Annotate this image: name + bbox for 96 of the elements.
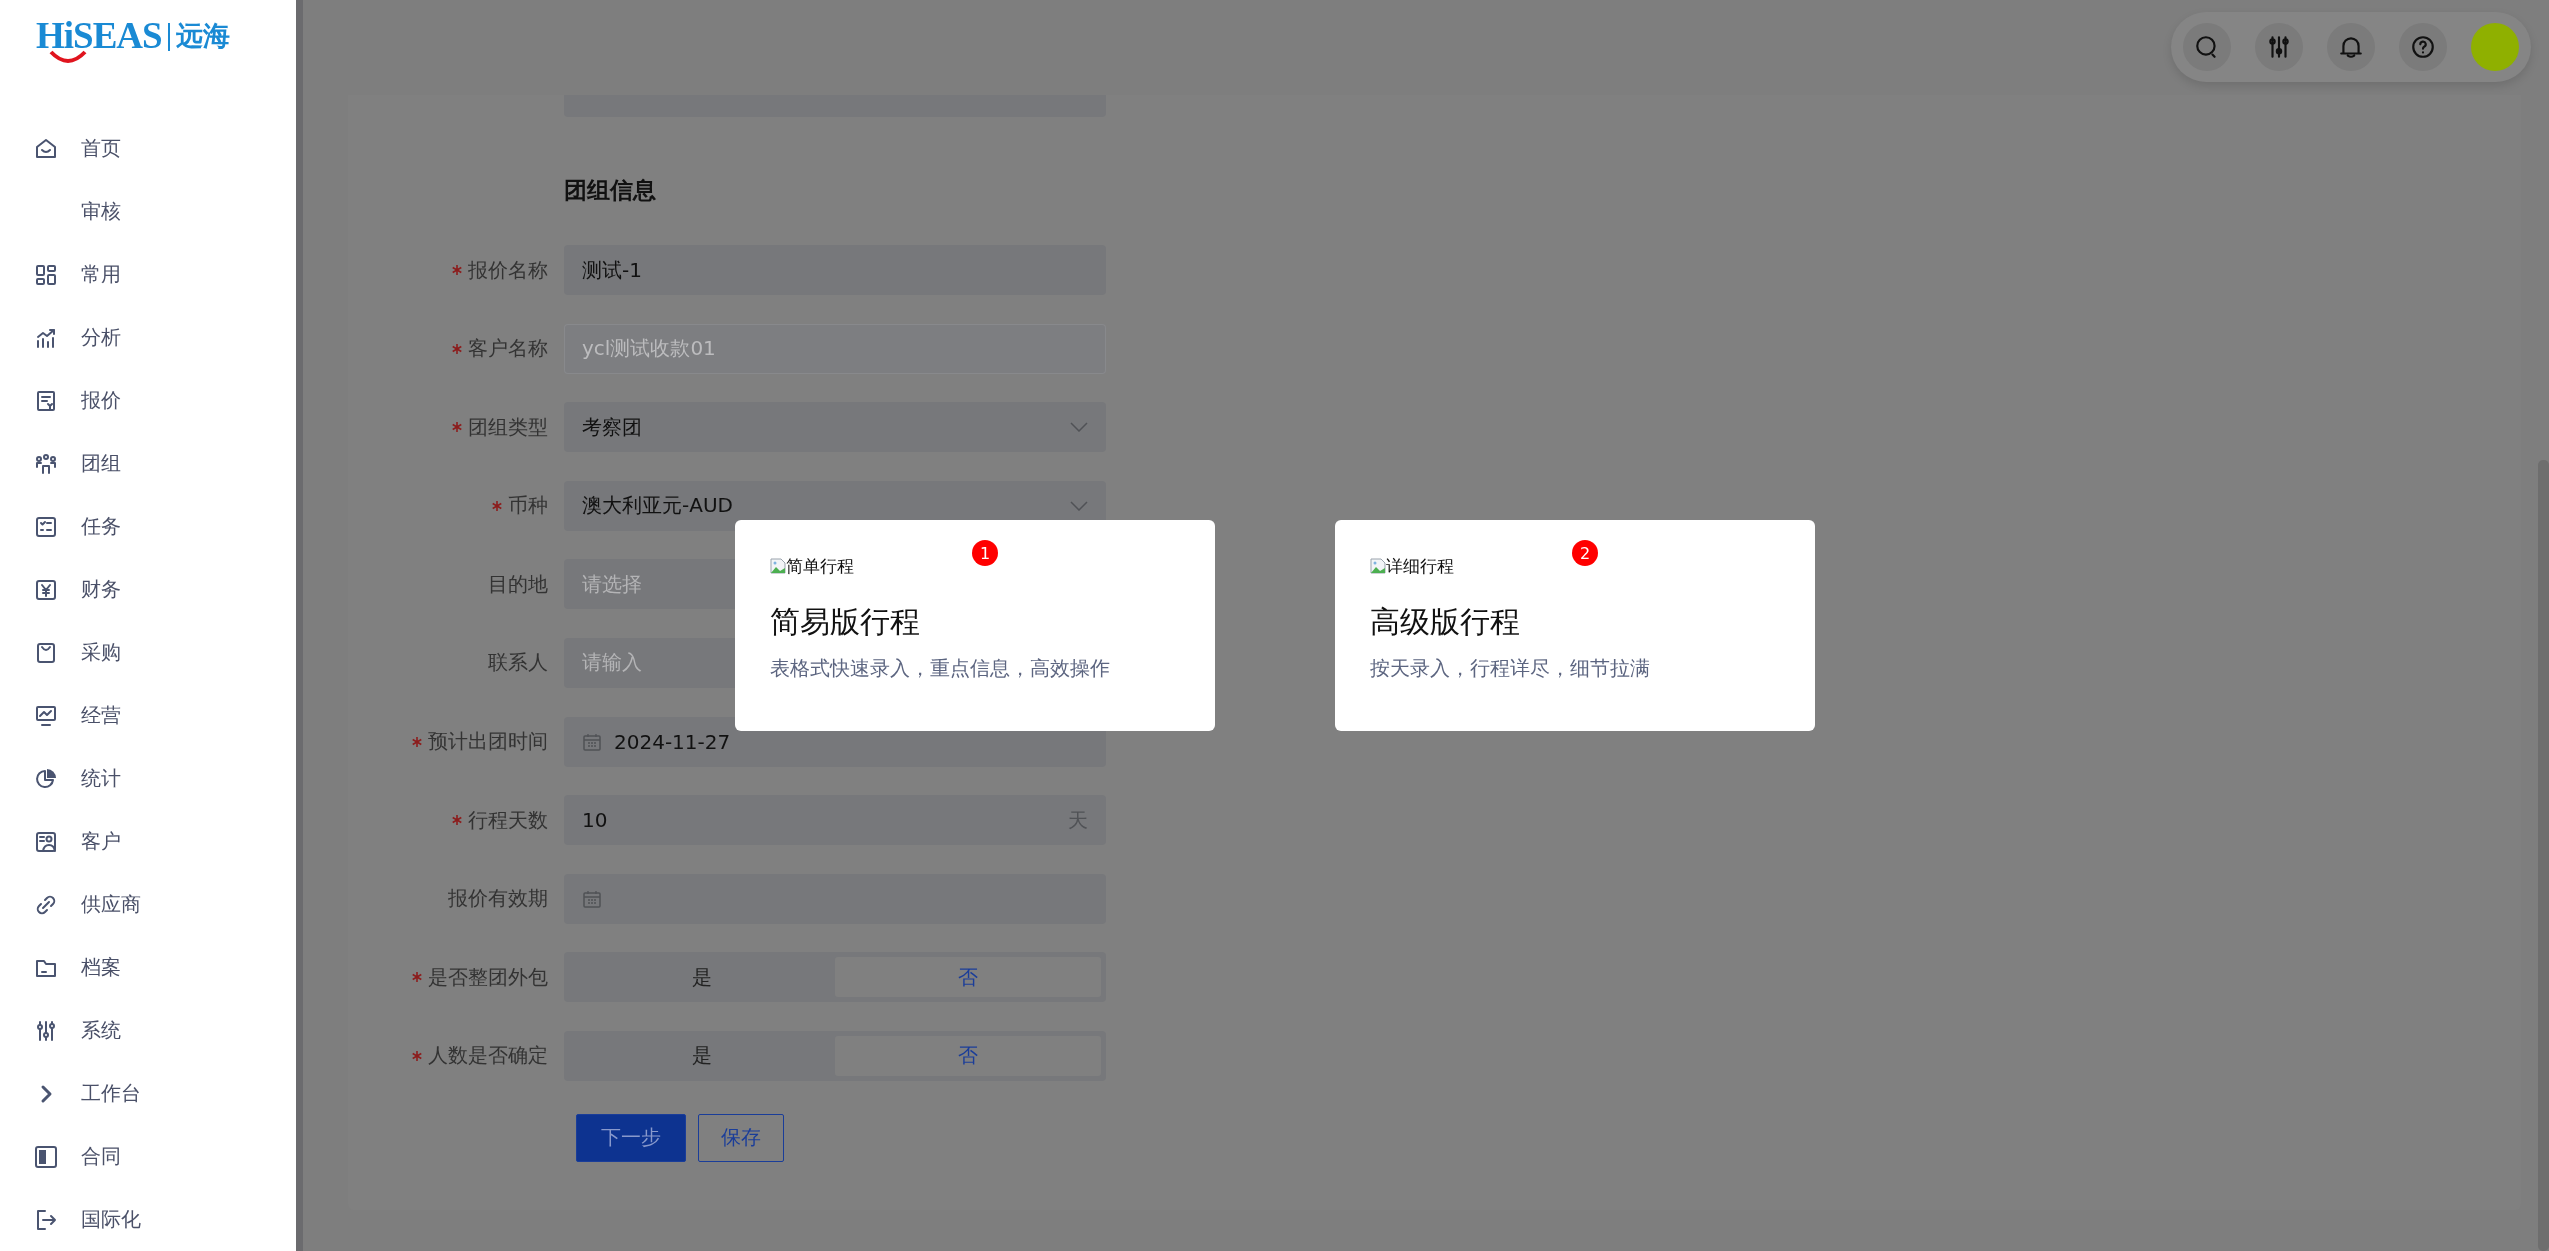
- grid-icon: [34, 262, 58, 287]
- field-label: 团组类型: [468, 413, 548, 441]
- option-description: 按天录入，行程详尽，细节拉满: [1370, 655, 1651, 682]
- option-description: 表格式快速录入，重点信息，高效操作: [770, 655, 1111, 682]
- sidebar-item[interactable]: 首页: [0, 117, 296, 180]
- sidebar-item-label: 财务: [81, 576, 121, 603]
- sidebar-item-label: 报价: [81, 387, 121, 414]
- sidebar-item-label: 采购: [81, 639, 121, 666]
- sidebar-item-label: 供应商: [81, 891, 141, 918]
- field-label: 币种: [508, 492, 548, 520]
- help-icon: [2410, 34, 2436, 60]
- field-label: 是否整团外包: [428, 963, 548, 991]
- segment-option[interactable]: 是: [569, 1035, 835, 1076]
- sidebar-item[interactable]: 任务: [0, 495, 296, 558]
- exit-icon: [34, 1207, 58, 1232]
- sidebar-item[interactable]: 客户: [0, 810, 296, 873]
- checklist-icon: [34, 514, 58, 539]
- sidebar-item-label: 档案: [81, 954, 121, 981]
- sidebar-item[interactable]: 审核: [0, 180, 296, 243]
- broken-image-icon: [1370, 558, 1386, 574]
- field-label: 联系人: [488, 649, 548, 677]
- sidebar-item-label: 首页: [81, 135, 121, 162]
- sidebar-item-label: 经营: [81, 702, 121, 729]
- toolbar-button[interactable]: [2255, 23, 2303, 71]
- date-field[interactable]: [564, 873, 1106, 924]
- option-title: 高级版行程: [1370, 603, 1521, 641]
- sidebar-item-label: 任务: [81, 513, 121, 540]
- chevron-down-icon: [1070, 422, 1088, 433]
- toolbar-button[interactable]: [2399, 23, 2447, 71]
- number-badge: 1: [972, 540, 998, 566]
- sidebar-item[interactable]: 常用: [0, 243, 296, 306]
- field-label: 目的地: [488, 570, 548, 598]
- sidebar-item-label: 审核: [81, 198, 121, 225]
- sidebar-item[interactable]: 团组: [0, 432, 296, 495]
- logo-name-text: 远海: [175, 19, 230, 53]
- avatar[interactable]: [2471, 23, 2519, 71]
- segment-option[interactable]: 是: [569, 957, 835, 998]
- sidebar-item-label: 分析: [81, 324, 121, 351]
- sidebar-item[interactable]: 分析: [0, 306, 296, 369]
- field-label: 预计出团时间: [428, 728, 548, 756]
- sidebar-item-label: 国际化: [81, 1206, 141, 1233]
- itinerary-option-dialog[interactable]: 详细行程 高级版行程 按天录入，行程详尽，细节拉满 2: [1335, 520, 1815, 731]
- toolbar-button[interactable]: [2327, 23, 2375, 71]
- sidebar-item[interactable]: 报价: [0, 369, 296, 432]
- sidebar-item[interactable]: 经营: [0, 684, 296, 747]
- section-title: 团组信息: [564, 175, 656, 205]
- sidebar-item-label: 统计: [81, 765, 121, 792]
- sidebar-item[interactable]: 系统: [0, 999, 296, 1062]
- contact-card-icon: [34, 829, 58, 854]
- sidebar-item[interactable]: 合同: [0, 1125, 296, 1188]
- sidebar-item-label: 常用: [81, 261, 121, 288]
- sidebar-item-label: 系统: [81, 1017, 121, 1044]
- image-alt-text: 简单行程: [786, 554, 854, 578]
- sidebar-item-label: 客户: [81, 828, 121, 855]
- receipt-icon: [34, 388, 58, 413]
- calendar-icon: [582, 731, 602, 752]
- sidebar-item[interactable]: 工作台: [0, 1062, 296, 1125]
- field-label: 报价有效期: [448, 885, 548, 913]
- sidebar-item-label: 团组: [81, 450, 121, 477]
- next-button[interactable]: 下一步: [576, 1113, 686, 1162]
- field-label: 客户名称: [468, 335, 548, 363]
- select-field[interactable]: 考察团: [564, 402, 1106, 453]
- monitor-icon: [34, 703, 58, 728]
- input-field[interactable]: 测试-1: [564, 245, 1106, 295]
- logo-brand-text: HiSEAS: [36, 16, 162, 56]
- panel-icon: [34, 1144, 58, 1169]
- option-title: 简易版行程: [770, 603, 921, 641]
- sidebar-item[interactable]: 财务: [0, 558, 296, 621]
- chevron-down-icon: [1070, 500, 1088, 511]
- calendar-icon: [582, 888, 602, 909]
- settings-sliders-icon: [2266, 34, 2292, 60]
- broken-image-icon: [770, 558, 786, 574]
- toolbar-button[interactable]: [2183, 23, 2231, 71]
- image-alt-text: 详细行程: [1386, 554, 1454, 578]
- itinerary-option-dialog[interactable]: 简单行程 简易版行程 表格式快速录入，重点信息，高效操作 1: [735, 520, 1215, 731]
- home-icon: [34, 136, 58, 161]
- yen-icon: [34, 577, 58, 602]
- sidebar-item[interactable]: 供应商: [0, 873, 296, 936]
- sliders-icon: [34, 1018, 58, 1043]
- sidebar-item-label: 工作台: [81, 1080, 141, 1107]
- logo-divider: [167, 23, 170, 51]
- field-label: 人数是否确定: [428, 1042, 548, 1070]
- people-icon: [34, 451, 58, 476]
- sidebar-item-label: 合同: [81, 1143, 121, 1170]
- sidebar-item[interactable]: 统计: [0, 747, 296, 810]
- sidebar-item[interactable]: 档案: [0, 936, 296, 999]
- pie-icon: [34, 766, 58, 791]
- smile-logo-icon: [48, 50, 88, 64]
- bag-icon: [34, 640, 58, 665]
- field-label: 行程天数: [468, 806, 548, 834]
- notification-bell-icon: [2338, 34, 2364, 60]
- sidebar-item[interactable]: 采购: [0, 621, 296, 684]
- sidebar-item[interactable]: 国际化: [0, 1188, 296, 1251]
- scrollbar[interactable]: [296, 0, 303, 1251]
- number-badge: 2: [1572, 540, 1598, 566]
- field-label: 报价名称: [468, 256, 548, 284]
